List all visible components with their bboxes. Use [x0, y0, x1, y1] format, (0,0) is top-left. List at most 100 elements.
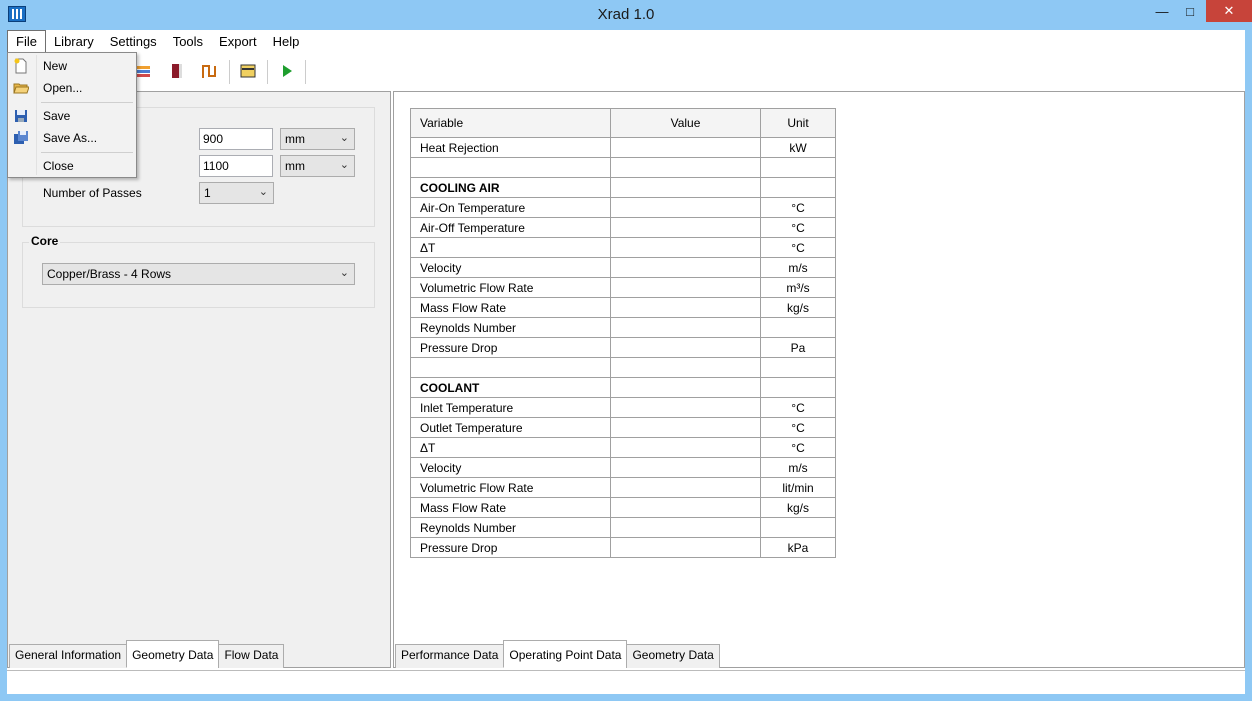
pass-flow-icon[interactable] — [201, 63, 217, 79]
menu-item-save-as-label: Save As... — [43, 131, 98, 145]
variable-cell: Velocity — [410, 457, 611, 478]
unit-cell: °C — [760, 217, 836, 238]
value-cell[interactable] — [610, 477, 761, 498]
variable-cell — [410, 357, 611, 378]
unit-cell: kg/s — [760, 297, 836, 318]
value-cell[interactable] — [610, 417, 761, 438]
menu-file[interactable]: File — [7, 30, 46, 54]
width-unit-select[interactable]: mm ⌄ — [280, 128, 355, 150]
tab-geometry-data[interactable]: Geometry Data — [126, 640, 220, 668]
menu-item-open[interactable]: Open... — [8, 77, 136, 99]
value-cell[interactable] — [610, 437, 761, 458]
menu-export[interactable]: Export — [211, 30, 265, 54]
menu-item-new[interactable]: New — [8, 55, 136, 77]
tab-operating-point-data[interactable]: Operating Point Data — [503, 640, 628, 668]
variable-cell: ΔT — [410, 437, 611, 458]
title-bar[interactable]: Xrad 1.0 — □ ✕ — [0, 0, 1252, 30]
column-header-unit[interactable]: Unit — [760, 108, 836, 138]
value-cell[interactable] — [610, 197, 761, 218]
core-select[interactable]: Copper/Brass - 4 Rows ⌄ — [42, 263, 355, 285]
table-row: Air-On Temperature °C — [410, 197, 836, 218]
table-row — [410, 357, 836, 378]
value-cell[interactable] — [610, 457, 761, 478]
unit-cell: m³/s — [760, 277, 836, 298]
passes-select[interactable]: 1 ⌄ — [199, 182, 274, 204]
menu-item-new-label: New — [43, 59, 68, 73]
value-cell[interactable] — [610, 137, 761, 158]
table-row: Inlet Temperature °C — [410, 397, 836, 418]
value-cell[interactable] — [610, 537, 761, 558]
variable-cell: Inlet Temperature — [410, 397, 611, 418]
height-input[interactable] — [199, 155, 273, 177]
variable-cell: ΔT — [410, 237, 611, 258]
value-cell[interactable] — [610, 257, 761, 278]
table-row: Volumetric Flow Rate lit/min — [410, 477, 836, 498]
menu-separator — [41, 102, 133, 103]
left-tab-strip: General Information Geometry Data Flow D… — [9, 640, 285, 668]
menu-library[interactable]: Library — [46, 30, 102, 54]
value-cell[interactable] — [610, 517, 761, 538]
column-header-variable[interactable]: Variable — [410, 108, 611, 138]
table-row: Pressure Drop kPa — [410, 537, 836, 558]
variable-cell: COOLING AIR — [410, 177, 611, 198]
value-cell[interactable] — [610, 377, 761, 398]
new-file-icon — [14, 58, 27, 74]
menu-item-close[interactable]: Close — [8, 155, 136, 177]
value-cell[interactable] — [610, 397, 761, 418]
run-play-icon[interactable] — [279, 63, 295, 79]
tab-general-information[interactable]: General Information — [9, 644, 128, 668]
unit-cell: kW — [760, 137, 836, 158]
value-cell[interactable] — [610, 277, 761, 298]
value-cell[interactable] — [610, 297, 761, 318]
value-cell[interactable] — [610, 237, 761, 258]
variable-cell: Pressure Drop — [410, 337, 611, 358]
variable-cell: Air-Off Temperature — [410, 217, 611, 238]
minimize-icon[interactable]: — — [1148, 0, 1176, 22]
value-cell[interactable] — [610, 177, 761, 198]
table-header-row: Variable Value Unit — [410, 108, 836, 138]
value-cell[interactable] — [610, 497, 761, 518]
variable-cell: COOLANT — [410, 377, 611, 398]
close-icon[interactable]: ✕ — [1206, 0, 1252, 22]
core-block-icon[interactable] — [169, 63, 185, 79]
tab-geometry-data-right[interactable]: Geometry Data — [626, 644, 720, 668]
tab-flow-data[interactable]: Flow Data — [218, 644, 285, 668]
width-unit-value: mm — [285, 132, 305, 146]
unit-cell: °C — [760, 237, 836, 258]
menu-settings[interactable]: Settings — [102, 30, 165, 54]
unit-cell: Pa — [760, 337, 836, 358]
unit-cell: kPa — [760, 537, 836, 558]
width-input[interactable] — [199, 128, 273, 150]
stacked-layers-icon[interactable] — [135, 63, 151, 79]
column-header-value[interactable]: Value — [610, 108, 761, 138]
value-cell[interactable] — [610, 357, 761, 378]
variable-cell: Velocity — [410, 257, 611, 278]
unit-cell — [760, 317, 836, 338]
value-cell[interactable] — [610, 337, 761, 358]
table-row: Velocity m/s — [410, 457, 836, 478]
value-cell[interactable] — [610, 157, 761, 178]
table-row: ΔT °C — [410, 237, 836, 258]
table-row: COOLING AIR — [410, 177, 836, 198]
menu-item-save-as[interactable]: Save As... — [8, 127, 136, 149]
maximize-icon[interactable]: □ — [1176, 0, 1204, 22]
menu-help[interactable]: Help — [265, 30, 308, 54]
toolbar-separator — [267, 60, 268, 84]
chevron-down-icon: ⌄ — [258, 186, 268, 198]
variable-cell: Volumetric Flow Rate — [410, 477, 611, 498]
toolbar — [7, 54, 1245, 90]
passes-value: 1 — [204, 186, 211, 200]
value-cell[interactable] — [610, 317, 761, 338]
menu-tools[interactable]: Tools — [165, 30, 211, 54]
height-unit-select[interactable]: mm ⌄ — [280, 155, 355, 177]
variable-cell: Reynolds Number — [410, 517, 611, 538]
table-row: COOLANT — [410, 377, 836, 398]
window-title: Xrad 1.0 — [597, 6, 655, 23]
menu-separator — [41, 152, 133, 153]
variable-cell: Mass Flow Rate — [410, 297, 611, 318]
window-layout-icon[interactable] — [240, 63, 256, 79]
value-cell[interactable] — [610, 217, 761, 238]
tab-performance-data[interactable]: Performance Data — [395, 644, 505, 668]
variable-cell: Heat Rejection — [410, 137, 611, 158]
menu-item-save[interactable]: Save — [8, 105, 136, 127]
